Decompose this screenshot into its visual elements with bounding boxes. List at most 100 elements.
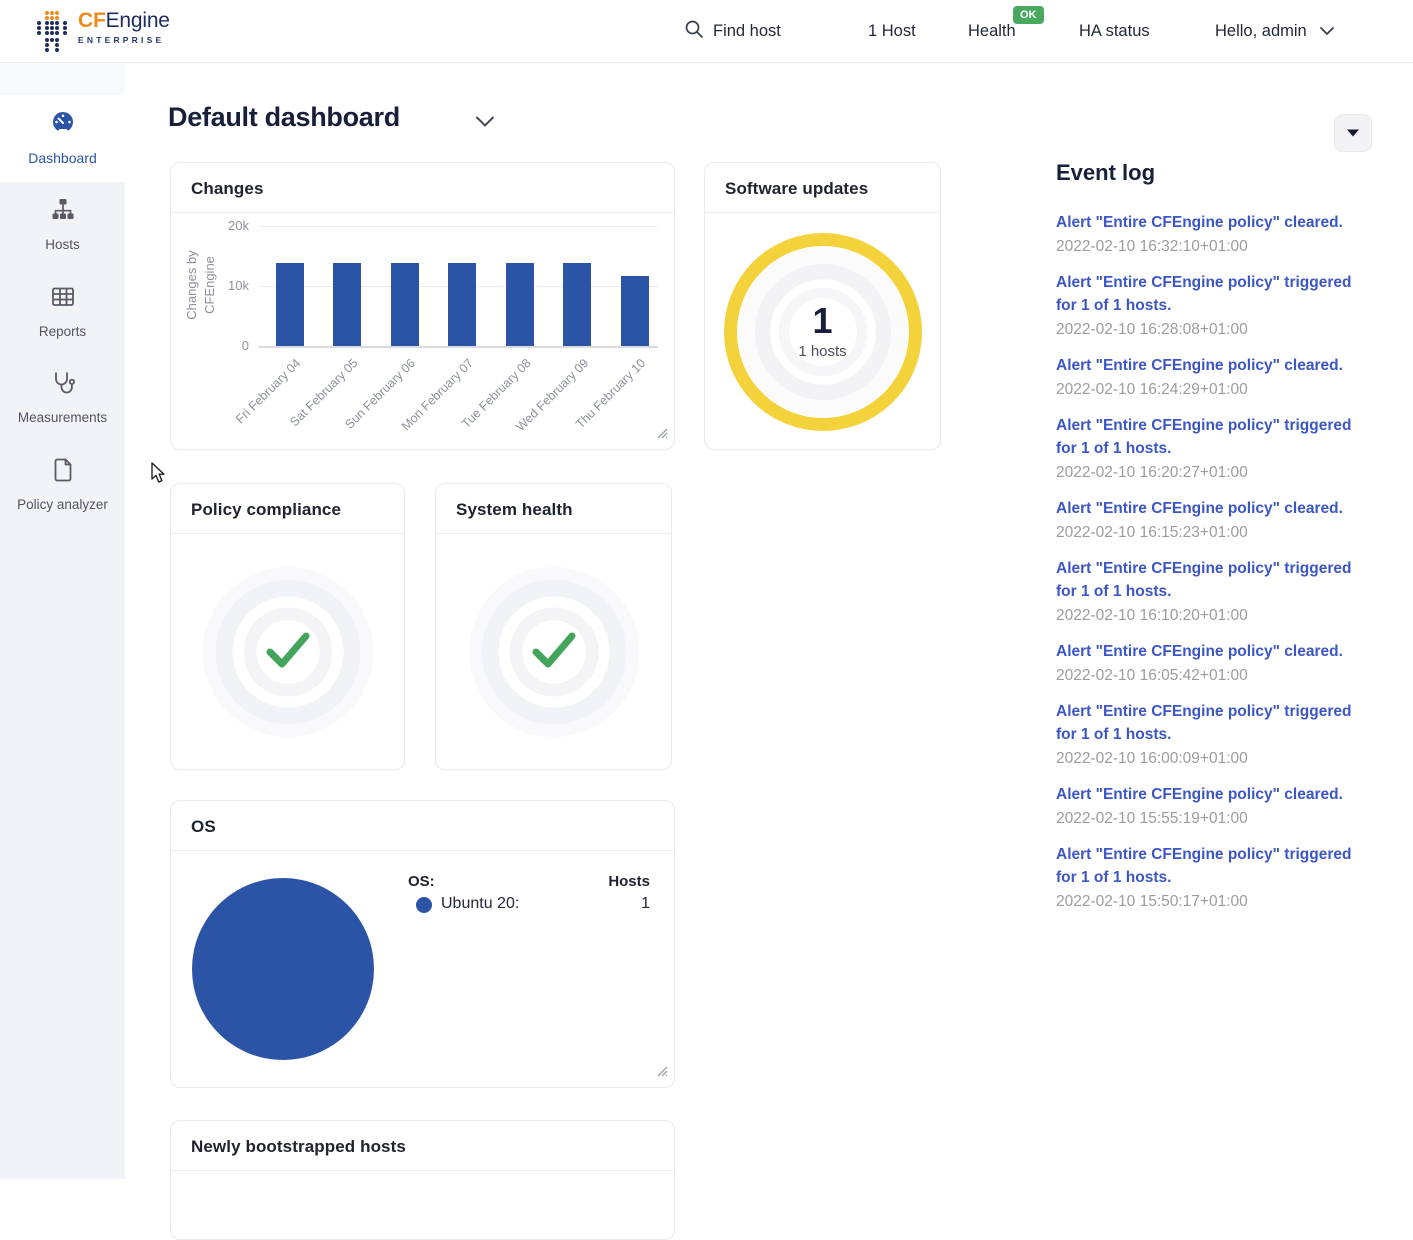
event-log-entry: Alert "Entire CFEngine policy" cleared.2… [1056, 354, 1372, 402]
resize-handle-icon[interactable] [656, 426, 668, 444]
changes-bar [391, 263, 419, 346]
event-log-entry: Alert "Entire CFEngine policy" cleared.2… [1056, 783, 1372, 831]
brand-name: CFEngine [78, 9, 170, 32]
changes-card-title: Changes [171, 163, 674, 213]
changes-bar [506, 263, 534, 346]
hosts-sitemap-icon [50, 197, 76, 223]
user-menu[interactable]: Hello, admin [1215, 0, 1335, 63]
event-log-timestamp: 2022-02-10 16:32:10+01:00 [1056, 234, 1372, 259]
os-card-title: OS [171, 801, 674, 851]
sidebar-item-dashboard[interactable]: Dashboard [0, 95, 125, 182]
page-title: Default dashboard [168, 102, 400, 133]
event-log-timestamp: 2022-02-10 16:00:09+01:00 [1056, 746, 1372, 771]
sidebar-item-hosts[interactable]: Hosts [0, 182, 125, 269]
event-log-timestamp: 2022-02-10 16:28:08+01:00 [1056, 317, 1372, 342]
os-legend-header: OS: [408, 873, 435, 890]
software-updates-ring: 1 1 hosts [724, 233, 922, 431]
event-log-timestamp: 2022-02-10 15:55:19+01:00 [1056, 806, 1372, 831]
sidebar-item-label: Hosts [4, 237, 121, 253]
caret-down-icon [1346, 126, 1360, 141]
user-greeting: Hello, admin [1215, 22, 1307, 41]
event-log-collapse-button[interactable] [1334, 114, 1372, 152]
sidebar-item-label: Policy analyzer [4, 497, 121, 513]
event-log-entry: Alert "Entire CFEngine policy" cleared.2… [1056, 211, 1372, 259]
sidebar-item-policy-analyzer[interactable]: Policy analyzer [0, 442, 125, 529]
os-card: OS OS: Hosts Ubuntu 20: 1 [170, 800, 675, 1088]
event-log-alert-link[interactable]: Alert "Entire CFEngine policy" cleared. [1056, 783, 1372, 806]
event-log: Event log Alert "Entire CFEngine policy"… [1056, 160, 1372, 926]
system-health-title: System health [436, 484, 671, 534]
changes-card: Changes Changes by CFEngine 20k10k0Fri F… [170, 162, 675, 450]
software-updates-count: 1 [812, 303, 832, 339]
brand-subtitle: ENTERPRISE [78, 36, 170, 45]
changes-bar [621, 276, 649, 346]
event-log-alert-link[interactable]: Alert "Entire CFEngine policy" triggered… [1056, 700, 1372, 746]
system-health-card: System health [435, 483, 672, 770]
policy-compliance-title: Policy compliance [171, 484, 404, 534]
software-updates-title: Software updates [705, 163, 940, 213]
sidebar-item-reports[interactable]: Reports [0, 269, 125, 356]
event-log-timestamp: 2022-02-10 16:15:23+01:00 [1056, 520, 1372, 545]
measurements-stethoscope-icon [50, 370, 76, 396]
event-log-alert-link[interactable]: Alert "Entire CFEngine policy" triggered… [1056, 414, 1372, 460]
policy-compliance-rings [189, 553, 387, 751]
changes-bar [448, 263, 476, 346]
event-log-timestamp: 2022-02-10 16:10:20+01:00 [1056, 603, 1372, 628]
software-updates-hosts: 1 hosts [798, 343, 846, 360]
event-log-entries: Alert "Entire CFEngine policy" cleared.2… [1056, 211, 1372, 914]
find-host-search[interactable]: Find host [684, 0, 781, 63]
sidebar-item-label: Measurements [4, 410, 121, 426]
host-count-link[interactable]: 1 Host [868, 0, 916, 63]
event-log-alert-link[interactable]: Alert "Entire CFEngine policy" cleared. [1056, 211, 1372, 234]
chevron-down-icon [1319, 22, 1335, 41]
changes-bar [276, 263, 304, 346]
cfengine-logo-icon [36, 10, 70, 59]
cfengine-logo[interactable]: CFEngine ENTERPRISE [36, 10, 170, 59]
event-log-alert-link[interactable]: Alert "Entire CFEngine policy" triggered… [1056, 271, 1372, 317]
event-log-alert-link[interactable]: Alert "Entire CFEngine policy" cleared. [1056, 497, 1372, 520]
sidebar-item-label: Reports [4, 324, 121, 340]
policy-analyzer-file-icon [50, 457, 76, 483]
event-log-timestamp: 2022-02-10 16:20:27+01:00 [1056, 460, 1372, 485]
y-tick-label: 20k [217, 218, 249, 233]
gridline [259, 226, 658, 227]
event-log-alert-link[interactable]: Alert "Entire CFEngine policy" triggered… [1056, 557, 1372, 603]
os-pie-chart [192, 878, 374, 1060]
event-log-entry: Alert "Entire CFEngine policy" cleared.2… [1056, 497, 1372, 545]
ha-status-link[interactable]: HA status [1079, 0, 1150, 63]
check-icon [264, 630, 312, 675]
legend-dot-icon [416, 897, 432, 913]
changes-bar [563, 263, 591, 346]
newly-bootstrapped-hosts-title: Newly bootstrapped hosts [171, 1121, 674, 1171]
reports-table-icon [50, 284, 76, 310]
dashboard-selector-chevron-icon[interactable] [474, 115, 496, 133]
event-log-entry: Alert "Entire CFEngine policy" cleared.2… [1056, 640, 1372, 688]
event-log-title: Event log [1056, 160, 1372, 186]
event-log-entry: Alert "Entire CFEngine policy" triggered… [1056, 700, 1372, 771]
y-tick-label: 10k [217, 278, 249, 293]
sidebar-nav: Dashboard Hosts Reports [0, 63, 125, 1179]
resize-handle-icon[interactable] [656, 1064, 668, 1082]
event-log-entry: Alert "Entire CFEngine policy" triggered… [1056, 271, 1372, 342]
health-link[interactable]: Health [968, 0, 1016, 63]
sidebar-item-measurements[interactable]: Measurements [0, 355, 125, 442]
app-header: CFEngine ENTERPRISE Find host 1 Host Hea… [0, 0, 1413, 63]
check-icon [530, 630, 578, 675]
event-log-alert-link[interactable]: Alert "Entire CFEngine policy" cleared. [1056, 354, 1372, 377]
sidebar-item-label: Dashboard [4, 150, 121, 166]
os-host-count: 1 [641, 895, 650, 913]
event-log-entry: Alert "Entire CFEngine policy" triggered… [1056, 414, 1372, 485]
os-hosts-header: Hosts [608, 873, 650, 890]
policy-compliance-card: Policy compliance [170, 483, 405, 770]
y-tick-label: 0 [217, 338, 249, 353]
event-log-timestamp: 2022-02-10 16:24:29+01:00 [1056, 377, 1372, 402]
gridline [259, 346, 658, 348]
sidebar-top-strip [0, 63, 125, 95]
mouse-cursor [148, 462, 168, 489]
software-updates-card: Software updates 1 1 hosts [704, 162, 941, 450]
os-name: Ubuntu 20: [441, 895, 519, 913]
event-log-alert-link[interactable]: Alert "Entire CFEngine policy" cleared. [1056, 640, 1372, 663]
y-axis-label: Changes by CFEngine [183, 225, 219, 345]
event-log-alert-link[interactable]: Alert "Entire CFEngine policy" triggered… [1056, 843, 1372, 889]
changes-bar [333, 263, 361, 346]
